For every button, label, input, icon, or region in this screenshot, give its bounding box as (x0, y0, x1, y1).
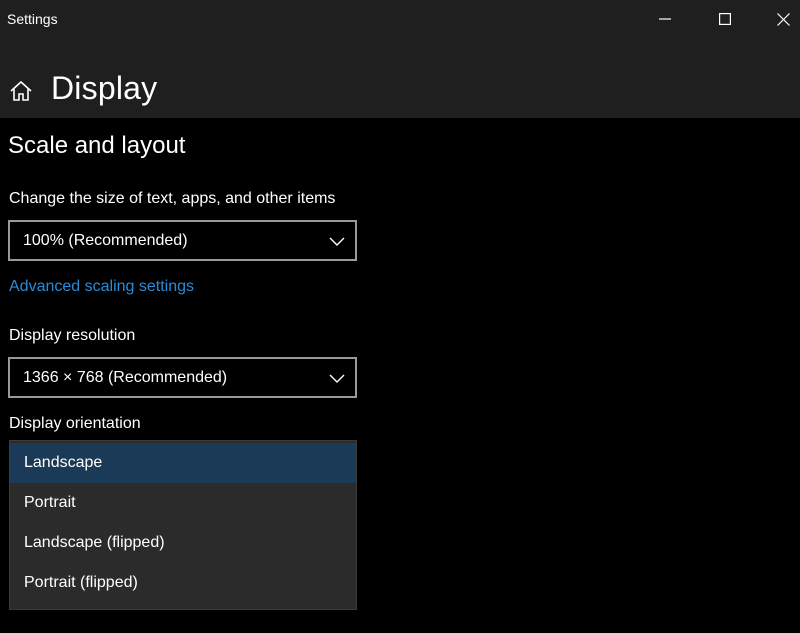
chevron-down-icon (329, 234, 345, 248)
section-title: Scale and layout (8, 132, 186, 159)
page-title: Display (51, 70, 158, 106)
orientation-option-portrait[interactable]: Portrait (10, 483, 356, 523)
display-settings-content: Scale and layout Change the size of text… (0, 118, 800, 633)
text-size-value: 100% (Recommended) (23, 231, 188, 249)
resolution-label: Display resolution (9, 327, 136, 344)
chevron-down-icon (329, 371, 345, 385)
text-size-label: Change the size of text, apps, and other… (9, 190, 336, 207)
resolution-value: 1366 × 768 (Recommended) (23, 368, 228, 386)
title-bar: Settings (0, 0, 800, 38)
maximize-button[interactable] (698, 0, 752, 38)
close-icon (776, 12, 790, 26)
orientation-dropdown-list: Landscape Portrait Landscape (flipped) P… (9, 440, 357, 610)
orientation-option-landscape-flipped[interactable]: Landscape (flipped) (10, 523, 356, 563)
advanced-scaling-link[interactable]: Advanced scaling settings (9, 278, 194, 296)
page-header: Display (0, 62, 800, 118)
close-button[interactable] (756, 0, 800, 38)
maximize-icon (719, 13, 731, 25)
settings-window: Settings Display Scale and layout Change… (0, 0, 800, 633)
orientation-option-portrait-flipped[interactable]: Portrait (flipped) (10, 563, 356, 603)
home-icon[interactable] (8, 78, 34, 104)
text-size-dropdown[interactable]: 100% (Recommended) (8, 220, 357, 261)
orientation-label: Display orientation (9, 415, 141, 432)
minimize-icon (659, 18, 671, 20)
window-title: Settings (7, 11, 58, 27)
resolution-dropdown[interactable]: 1366 × 768 (Recommended) (8, 357, 357, 398)
minimize-button[interactable] (638, 0, 692, 38)
orientation-option-landscape[interactable]: Landscape (10, 443, 356, 483)
